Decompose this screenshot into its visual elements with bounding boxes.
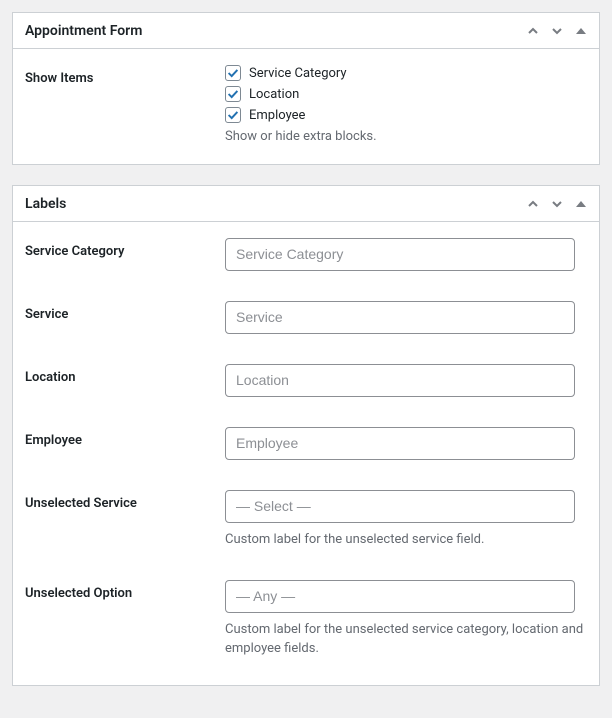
checkbox-label: Service Category [249, 66, 347, 81]
field-description: Custom label for the unselected service … [225, 621, 585, 659]
field-description: Show or hide extra blocks. [225, 129, 587, 144]
chevron-down-icon[interactable] [551, 198, 563, 210]
panel-title: Appointment Form [25, 23, 142, 39]
field-content [225, 238, 587, 271]
field-service-category: Service Category [25, 238, 587, 271]
field-service: Service [25, 301, 587, 334]
field-content [225, 427, 587, 460]
field-content [225, 364, 587, 397]
field-content: Service Category Location Employee [225, 65, 587, 144]
triangle-up-icon[interactable] [575, 25, 587, 37]
panel-title: Labels [25, 196, 66, 212]
panel-header: Labels [13, 186, 599, 222]
chevron-up-icon[interactable] [527, 198, 539, 210]
field-label: Employee [25, 427, 225, 448]
field-unselected-service: Unselected Service Custom label for the … [25, 490, 587, 550]
field-label: Location [25, 364, 225, 385]
field-content [225, 301, 587, 334]
field-label: Unselected Service [25, 490, 225, 511]
field-show-items: Show Items Service Category Location [25, 65, 587, 144]
checkbox-label: Employee [249, 108, 305, 123]
panel-controls [527, 25, 587, 37]
panel-labels: Labels Service Category Service [12, 185, 600, 686]
checkbox[interactable] [225, 86, 241, 102]
checkbox-item-employee[interactable]: Employee [225, 107, 587, 123]
field-content: Custom label for the unselected service … [225, 580, 587, 659]
triangle-up-icon[interactable] [575, 198, 587, 210]
panel-body: Service Category Service Location Employ… [13, 222, 599, 685]
checkbox-item-service-category[interactable]: Service Category [225, 65, 587, 81]
field-description: Custom label for the unselected service … [225, 531, 585, 550]
field-employee: Employee [25, 427, 587, 460]
chevron-up-icon[interactable] [527, 25, 539, 37]
unselected-option-input[interactable] [225, 580, 575, 613]
unselected-service-input[interactable] [225, 490, 575, 523]
field-label: Service [25, 301, 225, 322]
checkbox-item-location[interactable]: Location [225, 86, 587, 102]
field-unselected-option: Unselected Option Custom label for the u… [25, 580, 587, 659]
service-input[interactable] [225, 301, 575, 334]
location-input[interactable] [225, 364, 575, 397]
panel-controls [527, 198, 587, 210]
checkbox[interactable] [225, 107, 241, 123]
chevron-down-icon[interactable] [551, 25, 563, 37]
panel-body: Show Items Service Category Location [13, 49, 599, 164]
field-label: Show Items [25, 65, 225, 86]
checkbox-list: Service Category Location Employee [225, 65, 587, 123]
field-content: Custom label for the unselected service … [225, 490, 587, 550]
checkbox[interactable] [225, 65, 241, 81]
field-label: Unselected Option [25, 580, 225, 601]
employee-input[interactable] [225, 427, 575, 460]
service-category-input[interactable] [225, 238, 575, 271]
checkbox-label: Location [249, 87, 299, 102]
field-location: Location [25, 364, 587, 397]
panel-appointment-form: Appointment Form Show Items [12, 12, 600, 165]
field-label: Service Category [25, 238, 225, 259]
panel-header: Appointment Form [13, 13, 599, 49]
